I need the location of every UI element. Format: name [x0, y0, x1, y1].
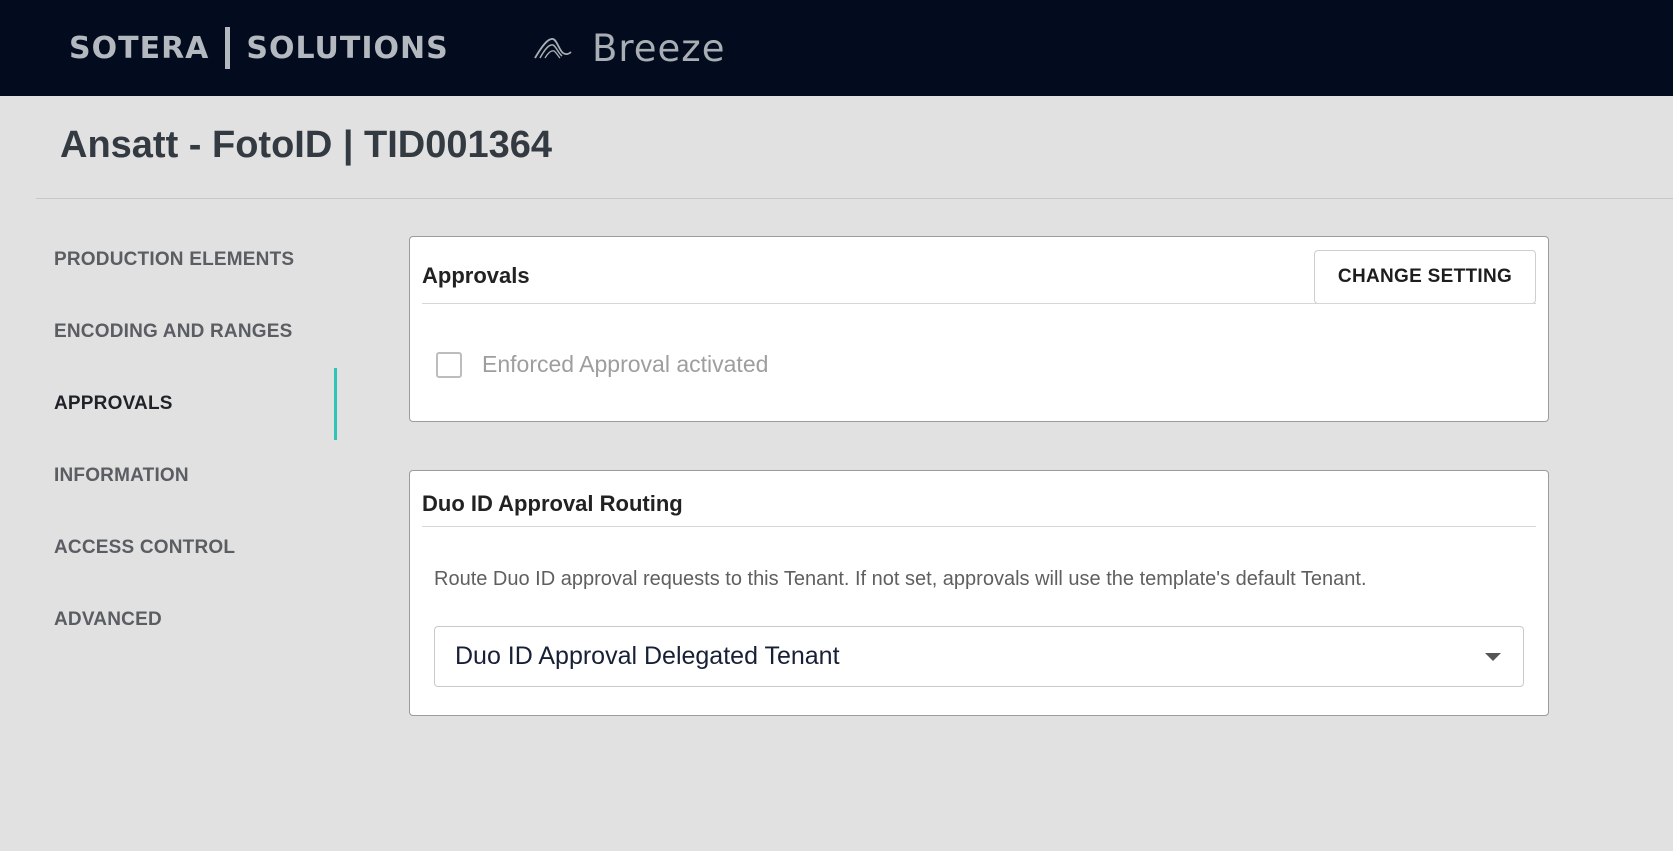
enforced-approval-label: Enforced Approval activated — [482, 351, 769, 377]
enforced-approval-checkbox[interactable] — [436, 351, 462, 378]
routing-description: Route Duo ID approval requests to this T… — [434, 568, 1367, 590]
routing-card-title: Duo ID Approval Routing — [422, 491, 683, 516]
enforced-approval-row: Enforced Approval activated — [436, 351, 768, 378]
approvals-card-title: Approvals — [422, 263, 530, 288]
nav-item-advanced[interactable]: ADVANCED — [54, 584, 334, 656]
routing-card-divider — [422, 526, 1536, 527]
approvals-card: Approvals CHANGE SETTING Enforced Approv… — [409, 236, 1549, 422]
nav-item-information[interactable]: INFORMATION — [54, 440, 334, 512]
title-divider — [36, 198, 1673, 199]
approvals-card-divider — [422, 303, 1536, 304]
active-nav-indicator — [334, 368, 337, 440]
top-bar: SOTERA SOLUTIONS Breeze — [0, 0, 1673, 96]
breeze-wave-icon — [534, 38, 572, 59]
delegated-tenant-select[interactable]: Duo ID Approval Delegated Tenant — [434, 626, 1524, 687]
page-title: Ansatt - FotoID | TID001364 — [60, 124, 553, 166]
brand-left-text: SOTERA — [69, 30, 210, 66]
nav-item-access-control[interactable]: ACCESS CONTROL — [54, 512, 334, 584]
nav-item-approvals[interactable]: APPROVALS — [54, 368, 334, 440]
sotera-solutions-logo[interactable]: SOTERA SOLUTIONS — [69, 26, 449, 70]
change-setting-button[interactable]: CHANGE SETTING — [1314, 250, 1536, 304]
product-logo[interactable]: Breeze — [534, 24, 726, 72]
brand-separator — [225, 27, 231, 69]
duo-id-routing-card: Duo ID Approval Routing Route Duo ID app… — [409, 470, 1549, 716]
nav-item-production-elements[interactable]: PRODUCTION ELEMENTS — [54, 224, 334, 296]
product-name: Breeze — [592, 26, 726, 70]
nav-item-encoding-and-ranges[interactable]: ENCODING AND RANGES — [54, 296, 334, 368]
delegated-tenant-select-value: Duo ID Approval Delegated Tenant — [455, 642, 840, 670]
caret-down-icon[interactable] — [1485, 653, 1501, 661]
brand-right-text: SOLUTIONS — [246, 30, 449, 66]
